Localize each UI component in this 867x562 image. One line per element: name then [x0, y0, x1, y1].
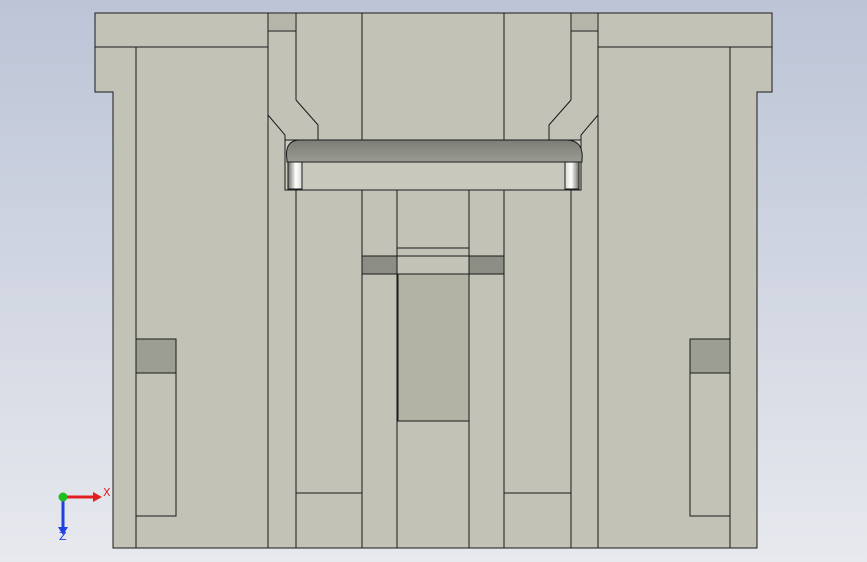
y-axis-origin: [58, 492, 68, 502]
center-cavity: [397, 273, 470, 422]
right-pocket-block: [689, 338, 731, 374]
runner-shadow: [286, 139, 583, 163]
left-pocket-block: [135, 338, 177, 374]
x-axis-label: X: [103, 486, 111, 499]
x-axis-arrowhead: [93, 492, 102, 502]
insert-right: [468, 255, 505, 275]
insert-left: [361, 255, 398, 275]
graphics-viewport[interactable]: X Z: [0, 0, 867, 562]
mold-section-view[interactable]: [0, 0, 867, 562]
axis-triad: [58, 492, 102, 535]
runner-round-right: [564, 161, 580, 190]
runner-round-left: [287, 161, 303, 190]
z-axis-label: Z: [59, 530, 67, 543]
right-cap-shade: [572, 14, 597, 30]
left-cap-shade: [269, 14, 295, 30]
